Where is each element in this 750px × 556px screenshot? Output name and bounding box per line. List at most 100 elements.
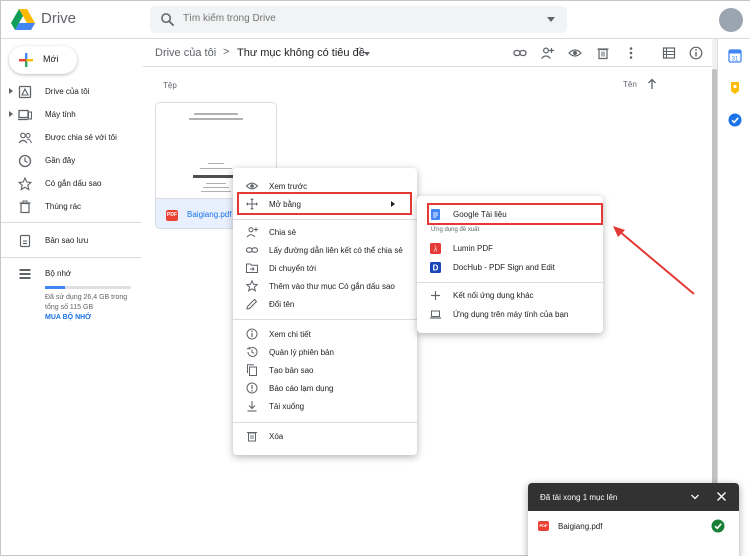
sort-by-name[interactable]: Tên [623,80,637,89]
drive-icon [18,85,32,99]
drive-logo-icon[interactable] [11,9,35,31]
suggested-apps-heading: Ứng dụng đề xuất [431,227,480,233]
chevron-down-icon[interactable] [690,492,700,502]
expand-arrow-icon[interactable] [9,88,13,94]
menu-item-remove[interactable]: Xóa [233,428,417,445]
uploaded-file-name[interactable]: Baigiang.pdf [558,522,602,531]
doc-line [200,168,232,169]
search-options-icon[interactable] [547,17,555,22]
doc-line [203,187,229,188]
menu-item-manage-versions[interactable]: Quản lý phiên bản [233,344,417,361]
menu-item-label: Đổi tên [269,300,295,309]
menu-separator [233,319,417,320]
star-icon [246,280,258,292]
buy-storage-link[interactable]: MUA BỘ NHỚ [45,314,91,321]
menu-separator [233,219,417,220]
sort-arrow-up-icon[interactable] [647,78,657,90]
sidebar-item-label: Bản sao lưu [45,236,89,245]
close-icon[interactable] [716,491,727,502]
doc-line [189,118,243,120]
submenu-item-label: Lumin PDF [453,244,494,253]
submenu-item-lumin-pdf[interactable]: λ Lumin PDF [417,240,603,257]
pdf-icon: PDF [538,521,549,531]
new-button[interactable]: Mới [9,46,77,74]
menu-item-make-copy[interactable]: Tạo bản sao [233,362,417,379]
delete-icon[interactable] [596,46,610,60]
menu-item-share[interactable]: Chia sẻ [233,224,417,241]
folder-menu-caret-icon[interactable] [364,52,370,56]
link-icon [246,247,258,253]
breadcrumb-separator: > [223,46,230,58]
menu-item-download[interactable]: Tải xuống [233,398,417,415]
sidebar-item-recent[interactable]: Gần đây [1,150,139,172]
preview-eye-icon[interactable] [568,46,582,60]
link-icon[interactable] [513,46,527,60]
app-name[interactable]: Drive [41,10,76,27]
files-section-label: Tệp [163,81,177,90]
toast-header: Đã tải xong 1 mục lên [528,483,739,511]
submenu-item-label: Kết nối ứng dụng khác [453,291,534,300]
highlight-box-google-docs [427,203,603,225]
pdf-icon: PDF [166,210,178,221]
menu-item-label: Xem chi tiết [269,330,311,339]
context-menu: Xem trước Mở bằng Chia sẻ Lấy đường dẫn … [233,168,417,455]
folder-move-icon [246,263,258,273]
sidebar-item-my-drive[interactable]: Drive của tôi [1,81,139,103]
sidebar-item-storage[interactable]: Bộ nhớ [1,263,139,285]
toast-title: Đã tải xong 1 mục lên [540,493,618,502]
search-box[interactable] [150,6,567,33]
plus-icon [431,291,440,300]
dochub-icon: D [430,262,441,273]
menu-item-add-starred[interactable]: Thêm vào thư mục Có gắn dấu sao [233,278,417,295]
new-button-label: Mới [43,54,59,64]
storage-bar-fill [45,286,65,289]
annotation-arrow [613,226,695,295]
doc-line [206,183,226,184]
doc-line [201,191,231,192]
menu-separator [417,282,603,283]
avatar[interactable] [719,8,743,32]
breadcrumb-root[interactable]: Drive của tôi [155,47,216,59]
submenu-item-dochub[interactable]: D DocHub - PDF Sign and Edit [417,259,603,276]
more-vert-icon[interactable] [624,46,638,60]
sidebar-item-computers[interactable]: Máy tính [1,104,139,126]
star-icon [18,177,32,191]
calendar-icon[interactable]: 31 [728,49,742,63]
sidebar-item-label: Gần đây [45,156,76,165]
sidebar-item-label: Drive của tôi [45,87,90,96]
sidebar-item-label: Có gắn dấu sao [45,179,102,188]
sidebar-item-shared[interactable]: Được chia sẻ với tôi [1,127,139,149]
menu-separator [233,422,417,423]
svg-text:D: D [433,264,439,273]
submenu-item-connect-apps[interactable]: Kết nối ứng dụng khác [417,287,603,304]
menu-item-label: Báo cáo lạm dụng [269,384,334,393]
backup-icon [19,234,31,248]
menu-item-move-to[interactable]: Di chuyển tới [233,260,417,277]
info-icon[interactable] [689,46,703,60]
menu-item-details[interactable]: Xem chi tiết [233,326,417,343]
search-icon[interactable] [160,12,175,27]
sidebar-item-backups[interactable]: Bản sao lưu [1,230,139,252]
breadcrumb-current-folder[interactable]: Thư mục không có tiêu đề [237,47,365,59]
sidebar-item-trash[interactable]: Thùng rác [1,196,139,218]
menu-item-rename[interactable]: Đổi tên [233,296,417,313]
shared-icon [18,132,32,144]
sidebar-divider [1,257,141,258]
share-person-icon[interactable] [540,46,554,60]
list-view-icon[interactable] [662,46,676,60]
search-input[interactable] [183,13,533,24]
submenu-item-label: Ứng dụng trên máy tính của bạn [453,310,569,319]
submenu-item-desktop-apps[interactable]: Ứng dụng trên máy tính của bạn [417,306,603,323]
file-name[interactable]: Baigiang.pdf [187,210,231,219]
menu-item-label: Thêm vào thư mục Có gắn dấu sao [269,282,395,291]
keep-icon[interactable] [728,81,742,95]
submenu-item-label: DocHub - PDF Sign and Edit [453,263,555,272]
tasks-icon[interactable] [728,113,742,127]
sidebar-item-starred[interactable]: Có gắn dấu sao [1,173,139,195]
menu-item-report-abuse[interactable]: Báo cáo lạm dụng [233,380,417,397]
info-icon [246,328,258,340]
upload-toast: Đã tải xong 1 mục lên PDF Baigiang.pdf [528,483,739,556]
menu-item-get-link[interactable]: Lấy đường dẫn liên kết có thể chia sẻ [233,242,417,259]
expand-arrow-icon[interactable] [9,111,13,117]
plus-icon [19,53,33,67]
